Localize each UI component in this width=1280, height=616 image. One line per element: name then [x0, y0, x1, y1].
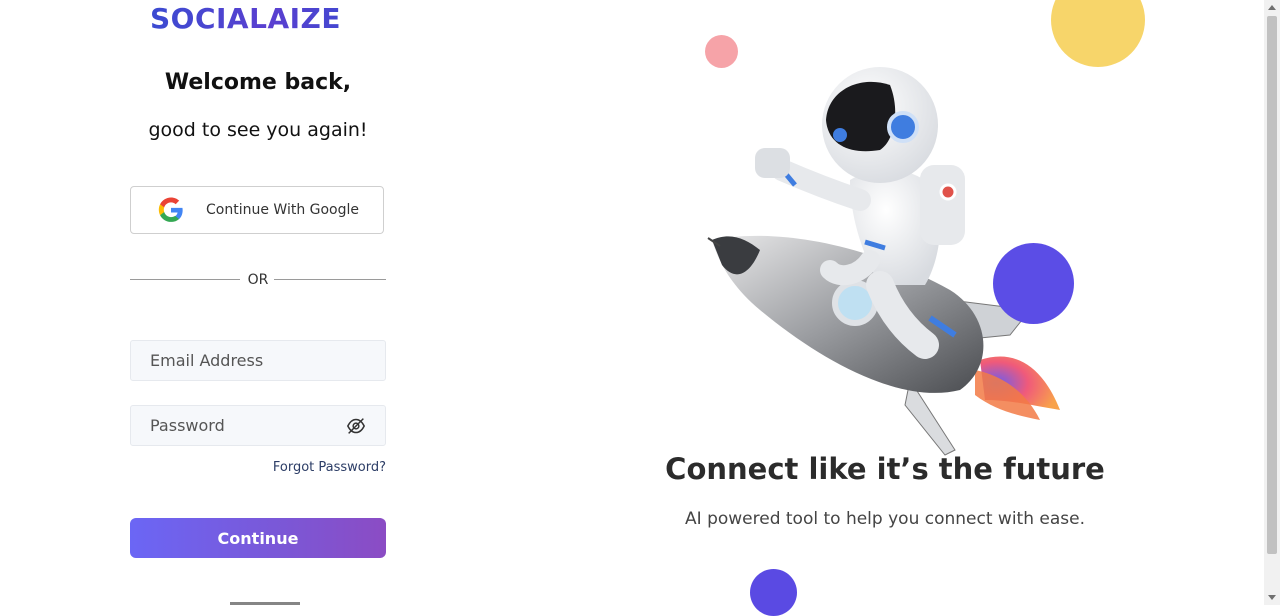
or-divider: OR [130, 270, 386, 290]
google-button-label: Continue With Google [206, 202, 360, 218]
password-field[interactable] [130, 405, 386, 446]
decorative-circle-purple-bottom [750, 569, 797, 616]
continue-button[interactable]: Continue [130, 518, 386, 558]
divider-line-right [274, 279, 386, 280]
eye-off-icon[interactable] [346, 417, 366, 435]
decorative-circle-yellow [1051, 0, 1145, 67]
email-field[interactable] [130, 340, 386, 381]
brand-logo: SOCIALAIZE [150, 2, 370, 36]
forgot-password-link[interactable]: Forgot Password? [130, 460, 386, 475]
google-icon [158, 197, 183, 222]
hero-subtitle: AI powered tool to help you connect with… [685, 509, 1085, 529]
scroll-up-icon[interactable] [1268, 5, 1276, 10]
continue-with-google-button[interactable]: Continue With Google [130, 186, 384, 234]
hero-tagline: Connect like it’s the future [665, 452, 1105, 486]
vertical-scrollbar[interactable] [1264, 0, 1280, 605]
or-label: OR [247, 272, 269, 288]
welcome-heading: Welcome back, [164, 70, 352, 95]
welcome-subtitle: good to see you again! [148, 119, 368, 141]
scroll-down-icon[interactable] [1268, 595, 1276, 600]
scrollbar-thumb[interactable] [1267, 16, 1277, 554]
password-input[interactable] [150, 406, 340, 445]
decorative-circle-purple [993, 243, 1074, 324]
email-input[interactable] [150, 341, 340, 380]
